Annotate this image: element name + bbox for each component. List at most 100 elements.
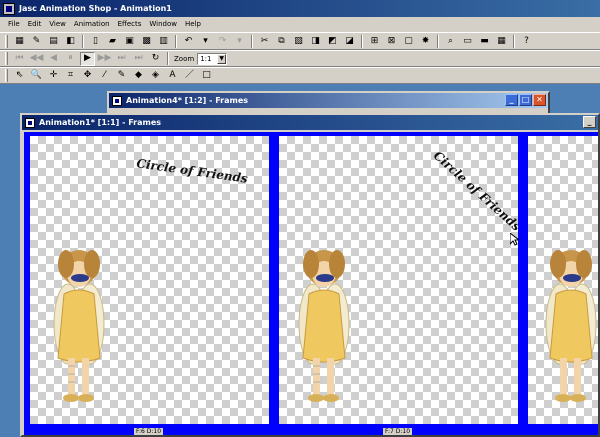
menu-window[interactable]: Window — [145, 20, 181, 28]
cut-icon[interactable]: ✂ — [257, 34, 272, 48]
view-animation-icon[interactable]: ▭ — [460, 34, 475, 48]
toolbar-grip[interactable] — [5, 69, 8, 82]
paste-before-icon[interactable]: ◨ — [308, 34, 323, 48]
rewind-icon[interactable]: ◀◀ — [29, 52, 44, 66]
standard-toolbar: ▦ ✎ ▤ ◧ ▯ ▰ ▣ ▩ ▥ ↶ ▾ ↷ ▾ ✂ ⧉ ▧ ◨ ◩ ◪ ⊞ … — [0, 32, 600, 50]
zoom-tool-icon[interactable]: ⌕ — [443, 34, 458, 48]
angel-doll-image — [298, 250, 350, 402]
minimize-button[interactable]: _ — [505, 94, 518, 106]
loop-icon[interactable]: ↻ — [148, 52, 163, 66]
frame-caption: Circle of Friends — [135, 156, 249, 186]
light-bulb-icon[interactable]: ✸ — [418, 34, 433, 48]
next-frame-icon[interactable]: ⏭ — [114, 52, 129, 66]
arrow-tool-icon[interactable]: ⇖ — [12, 69, 27, 83]
toolbar-grip[interactable] — [5, 52, 8, 65]
toolbar-grip[interactable] — [5, 34, 8, 48]
text-tool-icon[interactable]: A — [165, 69, 180, 83]
undo-icon[interactable]: ↶ — [181, 34, 196, 48]
toolbar-separator — [167, 52, 169, 65]
animation-frame[interactable]: Circle of Friends — [30, 136, 269, 424]
print-icon[interactable]: ▥ — [156, 34, 171, 48]
previous-frame-icon[interactable]: ◀ — [46, 52, 61, 66]
toolbar-separator — [175, 34, 177, 48]
frame-caption: Circle of Friends — [430, 148, 518, 234]
delete-frames-icon[interactable]: ⊠ — [384, 34, 399, 48]
frame-properties-icon[interactable]: ▦ — [12, 34, 27, 48]
mouse-cursor-icon — [510, 233, 519, 246]
zoom-magnifier-icon[interactable]: 🔍 — [29, 69, 44, 83]
animation-frame[interactable] — [528, 136, 598, 424]
vcr-toolbar: ⏮ ◀◀ ◀ ⏸ ▶ ▶▶ ⏭ ⏭ ↻ Zoom 1:1 ▼ — [0, 50, 600, 67]
zoom-select[interactable]: 1:1 ▼ — [197, 52, 228, 65]
redo-dropdown-icon[interactable]: ▾ — [232, 34, 247, 48]
paste-after-icon[interactable]: ◩ — [325, 34, 340, 48]
banner-wizard-icon[interactable]: ▤ — [46, 34, 61, 48]
paste-into-icon[interactable]: ◪ — [342, 34, 357, 48]
animation-frame[interactable]: Circle of Friends — [279, 136, 518, 424]
menu-edit[interactable]: Edit — [24, 20, 46, 28]
app-title: Jasc Animation Shop - Animation1 — [19, 4, 172, 13]
preview-icon[interactable]: ▬ — [477, 34, 492, 48]
toolbar-separator — [251, 34, 253, 48]
document-icon[interactable] — [25, 117, 35, 128]
menu-effects[interactable]: Effects — [114, 20, 146, 28]
paintbrush-icon[interactable]: ✎ — [114, 69, 129, 83]
close-button[interactable]: ✕ — [533, 94, 546, 106]
eraser-icon[interactable]: ◆ — [131, 69, 146, 83]
undo-dropdown-icon[interactable]: ▾ — [198, 34, 213, 48]
dropper-icon[interactable]: ⁄ — [97, 69, 112, 83]
open-folder-icon[interactable]: ▰ — [105, 34, 120, 48]
stop-icon[interactable]: ⏸ — [63, 52, 78, 66]
menu-view[interactable]: View — [45, 20, 70, 28]
crop-icon[interactable]: ▢ — [401, 34, 416, 48]
animation1-titlebar[interactable]: Animation1* [1:1] - Frames _ — [22, 115, 598, 130]
menu-bar: File Edit View Animation Effects Window … — [0, 17, 600, 31]
frame-info-label: F:7 D:10 — [383, 428, 413, 435]
animation4-title: Animation4* [1:2] - Frames — [126, 96, 249, 105]
animation1-title: Animation1* [1:1] - Frames — [39, 118, 162, 127]
menu-animation[interactable]: Animation — [70, 20, 114, 28]
tools-toolbar: ⇖ 🔍 ✛ ⌗ ✥ ⁄ ✎ ◆ ◈ A ／ □ — [0, 67, 600, 84]
optimization-wizard-icon[interactable]: ◧ — [63, 34, 78, 48]
menu-help[interactable]: Help — [181, 20, 205, 28]
animation4-titlebar[interactable]: Animation4* [1:2] - Frames _ □ ✕ — [109, 93, 548, 108]
crop-tool-icon[interactable]: ⌗ — [63, 69, 78, 83]
maximize-button[interactable]: □ — [519, 94, 532, 106]
play-icon[interactable]: ▶ — [80, 51, 95, 66]
minimize-button[interactable]: _ — [583, 116, 596, 128]
angel-doll-image — [53, 250, 105, 402]
rectangle-tool-icon[interactable]: □ — [199, 69, 214, 83]
new-file-icon[interactable]: ▯ — [88, 34, 103, 48]
frame-info-label: F:6 D:10 — [134, 428, 164, 435]
context-help-icon[interactable]: ? — [519, 34, 534, 48]
paste-icon[interactable]: ▧ — [291, 34, 306, 48]
move-tool-icon[interactable]: ✥ — [80, 69, 95, 83]
save-icon[interactable]: ▣ — [122, 34, 137, 48]
app-icon[interactable] — [3, 2, 15, 15]
crosshair-icon[interactable]: ✛ — [46, 69, 61, 83]
toolbar-separator — [513, 34, 515, 48]
insert-frames-icon[interactable]: ⊞ — [367, 34, 382, 48]
app-titlebar[interactable]: Jasc Animation Shop - Animation1 — [0, 0, 600, 17]
animation-wizard-icon[interactable]: ✎ — [29, 34, 44, 48]
menu-file[interactable]: File — [4, 20, 24, 28]
document-icon[interactable] — [112, 95, 122, 106]
frames-strip[interactable]: Circle of Friends Circle of Friends F:6 … — [24, 132, 598, 435]
fast-forward-icon[interactable]: ▶▶ — [97, 52, 112, 66]
first-frame-icon[interactable]: ⏮ — [12, 52, 27, 66]
save-all-icon[interactable]: ▩ — [139, 34, 154, 48]
toolbar-separator — [82, 34, 84, 48]
fill-bucket-icon[interactable]: ◈ — [148, 69, 163, 83]
toolbar-separator — [437, 34, 439, 48]
zoom-value: 1:1 — [200, 54, 212, 63]
angel-doll-image — [545, 250, 597, 402]
animation1-window[interactable]: Animation1* [1:1] - Frames _ Circle of F… — [20, 113, 600, 437]
toolbar-separator — [361, 34, 363, 48]
zoom-label: Zoom — [174, 54, 195, 63]
film-strip-icon[interactable]: ▦ — [494, 34, 509, 48]
redo-icon[interactable]: ↷ — [215, 34, 230, 48]
copy-icon[interactable]: ⧉ — [274, 34, 289, 48]
chevron-down-icon[interactable]: ▼ — [217, 53, 227, 64]
last-frame-icon[interactable]: ⏭ — [131, 52, 146, 66]
line-tool-icon[interactable]: ／ — [182, 69, 197, 83]
